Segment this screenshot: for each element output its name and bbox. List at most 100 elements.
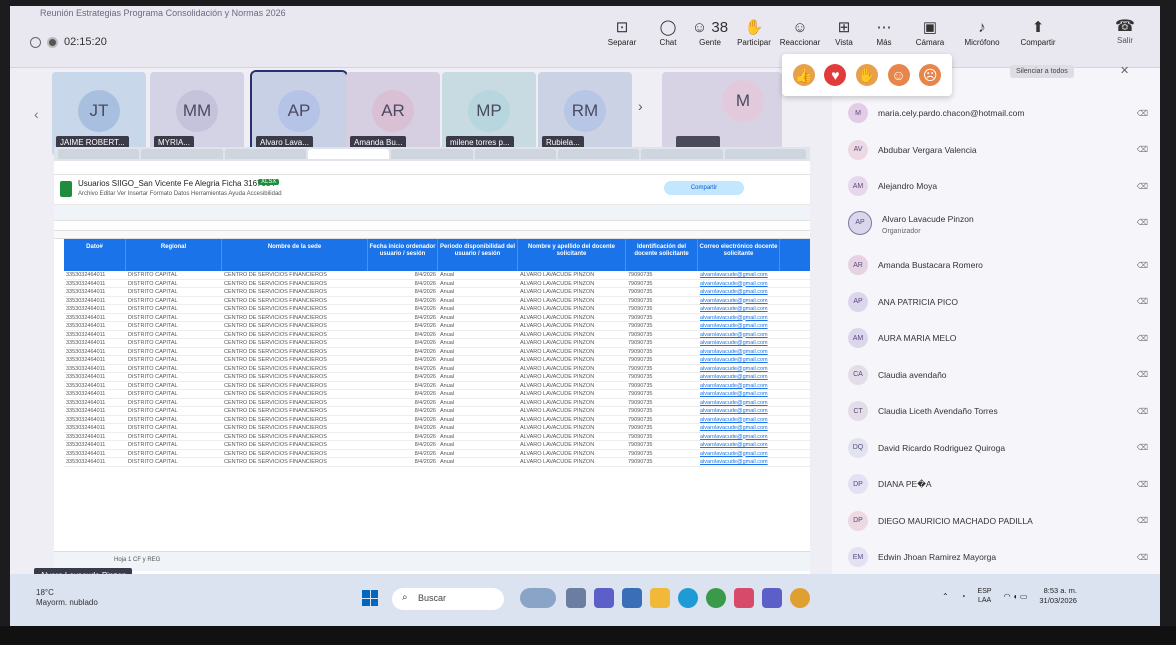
table-cell[interactable]: 8/4/2026 (368, 416, 438, 424)
table-cell[interactable]: alvarolavacude@gmail.com (698, 339, 780, 347)
table-cell[interactable]: 79090735 (626, 441, 698, 449)
table-row[interactable]: 3353032464011 DISTRITO CAPITAL CENTRO DE S… (64, 424, 810, 433)
mic-muted-icon[interactable]: ⌫ (1136, 553, 1148, 562)
table-cell[interactable]: 3353032464011 (64, 373, 126, 381)
table-cell[interactable]: 3353032464011 (64, 339, 126, 347)
table-cell[interactable]: CENTRO DE SERVICIOS FINANCIEROS (222, 407, 368, 415)
table-cell[interactable]: ALVARO LAVACUDE PINZON (518, 458, 626, 466)
teams-icon[interactable] (594, 588, 614, 608)
table-row[interactable]: 3353032464011 DISTRITO CAPITAL CENTRO DE S… (64, 399, 810, 407)
table-row[interactable]: 3353032464011 DISTRITO CAPITAL CENTRO DE S… (64, 373, 810, 382)
table-cell[interactable]: 3353032464011 (64, 322, 126, 330)
table-cell[interactable]: DISTRITO CAPITAL (126, 331, 222, 339)
mic-muted-icon[interactable]: ⌫ (1136, 516, 1148, 525)
table-cell[interactable]: DISTRITO CAPITAL (126, 390, 222, 398)
table-cell[interactable]: CENTRO DE SERVICIOS FINANCIEROS (222, 288, 368, 296)
table-cell[interactable]: ALVARO LAVACUDE PINZON (518, 390, 626, 398)
participant-item[interactable]: AP Alvaro Lavacude Pinzon Organizador ⌫ (848, 208, 1148, 238)
sheets-icon[interactable] (60, 181, 72, 197)
table-cell[interactable]: alvarolavacude@gmail.com (698, 365, 780, 373)
participant-item[interactable]: CT Claudia Liceth Avendaño Torres ⌫ (848, 396, 1148, 426)
table-cell[interactable]: ALVARO LAVACUDE PINZON (518, 297, 626, 305)
table-row[interactable]: 3353032464011 DISTRITO CAPITAL CENTRO DE S… (64, 390, 810, 399)
table-cell[interactable]: 8/4/2026 (368, 382, 438, 390)
participant-item[interactable]: AP ANA PATRICIA PICO ⌫ (848, 287, 1148, 317)
table-cell[interactable]: DISTRITO CAPITAL (126, 365, 222, 373)
table-cell[interactable]: 8/4/2026 (368, 458, 438, 466)
table-cell[interactable]: alvarolavacude@gmail.com (698, 424, 780, 432)
table-cell[interactable]: 8/4/2026 (368, 271, 438, 279)
laugh-icon[interactable]: ☺ (887, 64, 910, 86)
column-header[interactable]: Fecha inicio ordenador usuario / sesión (368, 239, 438, 271)
cámara-button[interactable]: ▣ Cámara (908, 18, 952, 47)
table-cell[interactable]: Anual (438, 382, 518, 390)
column-header[interactable]: Nombre de la sede (222, 239, 368, 271)
mic-muted-icon[interactable]: ⌫ (1136, 145, 1148, 154)
table-cell[interactable]: Anual (438, 331, 518, 339)
table-cell[interactable]: CENTRO DE SERVICIOS FINANCIEROS (222, 450, 368, 458)
sheet-grid[interactable]: Dato# Regional Nombre de la sede Fecha inic… (54, 231, 810, 545)
participant-item[interactable]: Mmaria.cely.pardo.chacon@hotmail.com ⌫ (848, 98, 1148, 128)
table-cell[interactable]: 3353032464011 (64, 399, 126, 407)
table-cell[interactable]: 79090735 (626, 280, 698, 288)
table-cell[interactable]: 3353032464011 (64, 458, 126, 466)
table-cell[interactable]: alvarolavacude@gmail.com (698, 399, 780, 407)
table-row[interactable]: 3353032464011 DISTRITO CAPITAL CENTRO DE S… (64, 305, 810, 314)
surprised-icon[interactable]: ☹ (919, 64, 942, 86)
table-cell[interactable]: alvarolavacude@gmail.com (698, 314, 780, 322)
compartir-button[interactable]: ⬆ Compartir (1016, 18, 1060, 47)
participant-item[interactable]: AM AURA MARIA MELO ⌫ (848, 323, 1148, 353)
reaccionar-button[interactable]: ☺ Reaccionar (778, 18, 822, 47)
table-cell[interactable]: Anual (438, 390, 518, 398)
table-cell[interactable]: CENTRO DE SERVICIOS FINANCIEROS (222, 331, 368, 339)
table-cell[interactable]: Anual (438, 305, 518, 313)
table-cell[interactable]: 79090735 (626, 331, 698, 339)
table-cell[interactable]: DISTRITO CAPITAL (126, 288, 222, 296)
table-cell[interactable]: alvarolavacude@gmail.com (698, 407, 780, 415)
info-icon[interactable] (30, 36, 41, 48)
browser-tab[interactable] (641, 149, 723, 159)
table-row[interactable]: 3353032464011 DISTRITO CAPITAL CENTRO DE S… (64, 458, 810, 467)
folder-icon[interactable] (650, 588, 670, 608)
table-cell[interactable]: DISTRITO CAPITAL (126, 399, 222, 407)
table-cell[interactable]: ALVARO LAVACUDE PINZON (518, 339, 626, 347)
table-cell[interactable]: ALVARO LAVACUDE PINZON (518, 441, 626, 449)
table-cell[interactable]: CENTRO DE SERVICIOS FINANCIEROS (222, 271, 368, 279)
table-cell[interactable]: 8/4/2026 (368, 450, 438, 458)
table-cell[interactable]: 8/4/2026 (368, 297, 438, 305)
table-cell[interactable]: 8/4/2026 (368, 390, 438, 398)
table-cell[interactable]: Anual (438, 450, 518, 458)
table-row[interactable]: 3353032464011 DISTRITO CAPITAL CENTRO DE S… (64, 441, 810, 450)
table-cell[interactable]: Anual (438, 288, 518, 296)
task-view-icon[interactable] (566, 588, 586, 608)
table-cell[interactable]: 79090735 (626, 339, 698, 347)
table-cell[interactable]: 8/4/2026 (368, 280, 438, 288)
table-cell[interactable]: DISTRITO CAPITAL (126, 441, 222, 449)
chevron-left-icon[interactable]: ‹ (34, 106, 39, 122)
table-cell[interactable]: CENTRO DE SERVICIOS FINANCIEROS (222, 322, 368, 330)
table-cell[interactable]: DISTRITO CAPITAL (126, 356, 222, 364)
windows-start-icon[interactable] (362, 590, 378, 606)
mute-all-button[interactable]: Silenciar a todos (1010, 65, 1074, 78)
table-cell[interactable]: 3353032464011 (64, 390, 126, 398)
table-cell[interactable]: alvarolavacude@gmail.com (698, 441, 780, 449)
mic-muted-icon[interactable]: ⌫ (1136, 443, 1148, 452)
table-cell[interactable]: 8/4/2026 (368, 433, 438, 441)
table-cell[interactable]: 79090735 (626, 433, 698, 441)
video-tile[interactable]: MM MYRIA... (150, 72, 244, 156)
table-row[interactable]: 3353032464011 DISTRITO CAPITAL CENTRO DE S… (64, 407, 810, 416)
table-cell[interactable]: 3353032464011 (64, 356, 126, 364)
mic-muted-icon[interactable]: ⌫ (1136, 297, 1148, 306)
app-icon[interactable] (734, 588, 754, 608)
column-header[interactable]: Identificación del docente solicitante (626, 239, 698, 271)
table-cell[interactable]: CENTRO DE SERVICIOS FINANCIEROS (222, 382, 368, 390)
browser-tab[interactable] (224, 149, 306, 159)
table-cell[interactable]: 3353032464011 (64, 271, 126, 279)
participant-item[interactable]: AR Amanda Bustacara Romero ⌫ (848, 250, 1148, 280)
table-cell[interactable]: DISTRITO CAPITAL (126, 373, 222, 381)
table-cell[interactable]: 3353032464011 (64, 441, 126, 449)
widgets-icon[interactable] (520, 588, 556, 608)
table-cell[interactable]: CENTRO DE SERVICIOS FINANCIEROS (222, 365, 368, 373)
video-tile[interactable]: AP Alvaro Lava... (250, 70, 348, 158)
table-cell[interactable]: 8/4/2026 (368, 331, 438, 339)
